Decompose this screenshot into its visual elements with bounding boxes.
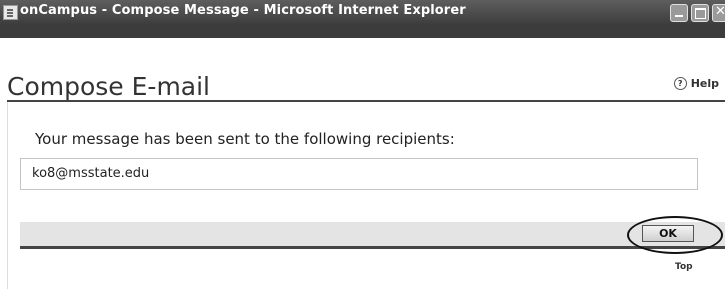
recipient-email: ko8@msstate.edu (32, 166, 150, 181)
page-title: Compose E-mail (7, 71, 211, 101)
ok-button[interactable]: OK (642, 225, 694, 242)
recipients-list: ko8@msstate.edu (20, 158, 698, 190)
minimize-icon[interactable] (670, 4, 688, 22)
window-titlebar[interactable]: onCampus - Compose Message - Microsoft I… (0, 0, 725, 38)
help-link[interactable]: ? Help (673, 77, 719, 90)
help-icon: ? (673, 77, 687, 90)
help-label: Help (690, 77, 719, 90)
window-title: onCampus - Compose Message - Microsoft I… (20, 3, 466, 18)
titlebar-stripe (0, 26, 725, 38)
content-left-border (7, 102, 8, 289)
button-bar (20, 222, 725, 249)
confirmation-message: Your message has been sent to the follow… (35, 130, 455, 148)
top-link[interactable]: Top (675, 262, 693, 272)
close-icon[interactable] (712, 4, 725, 22)
ie-page-icon[interactable] (3, 5, 18, 20)
maximize-icon[interactable] (691, 4, 709, 22)
header-divider (7, 100, 725, 102)
